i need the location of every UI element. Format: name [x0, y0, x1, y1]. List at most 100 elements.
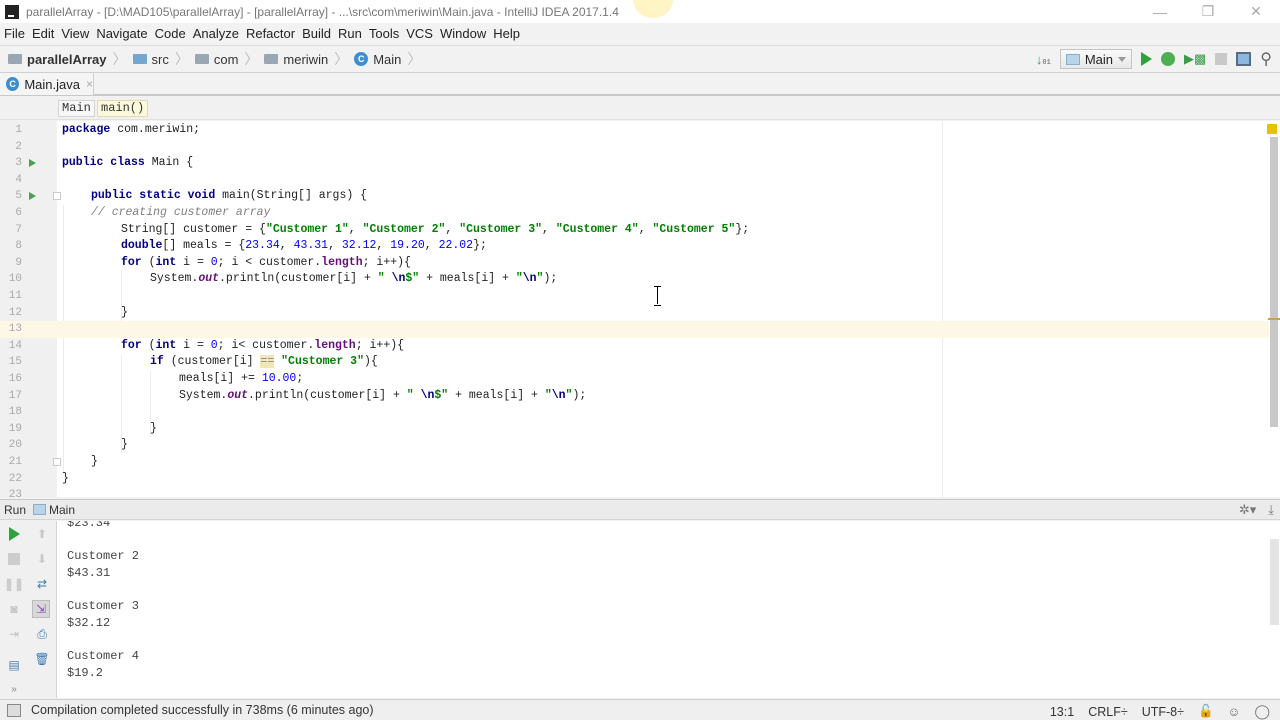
crumb-project[interactable]: parallelArray 〉	[8, 49, 133, 69]
chevron-right-icon: 〉	[334, 51, 349, 67]
console-line: $32.12	[67, 616, 111, 630]
code-line: 4	[15, 173, 22, 186]
rerun-icon[interactable]	[5, 525, 23, 543]
soft-wrap-icon[interactable]: ⇄	[33, 575, 51, 593]
debug-icon[interactable]	[1161, 52, 1175, 66]
run-toolbar-secondary: ⬆ ⬇ ⇄ ⇲ ⎙ 🗑	[28, 521, 57, 698]
analysis-status-icon[interactable]	[1267, 124, 1277, 134]
code-line: 16 meals[i] += 10.00;	[8, 372, 304, 385]
stop-icon[interactable]	[5, 550, 23, 568]
console-line: Customer 4	[67, 649, 140, 663]
code-line: 5 public static void main(String[] args) …	[15, 189, 368, 203]
restore-button[interactable]: ❐	[1184, 0, 1232, 23]
warning-stripe-marker[interactable]	[1268, 318, 1280, 320]
coverage-icon[interactable]: ▶▩	[1184, 51, 1206, 67]
breadcrumb-class[interactable]: Main	[58, 100, 95, 117]
editor-breadcrumb: Main main()	[0, 97, 1280, 120]
line-separator[interactable]: CRLF÷	[1088, 705, 1128, 719]
menu-build[interactable]: Build	[302, 26, 331, 41]
trash-icon[interactable]: 🗑	[33, 650, 51, 668]
code-line: 9 for (int i = 0; i < customer.length; i+…	[15, 255, 411, 269]
source-folder-icon	[132, 54, 147, 64]
hide-panel-icon[interactable]: ⤓	[1268, 502, 1274, 518]
arrow-down-icon[interactable]: ⬇	[33, 550, 51, 568]
mouse-ibeam-cursor	[654, 286, 661, 306]
gear-icon[interactable]: ✲▾	[1239, 502, 1256, 518]
menu-run[interactable]: Run	[338, 26, 362, 41]
run-icon[interactable]	[1141, 52, 1152, 66]
print-icon[interactable]: ⎙	[33, 625, 51, 643]
chevron-right-icon: 〉	[244, 51, 259, 67]
menu-tools[interactable]: Tools	[369, 26, 399, 41]
run-configuration-dropdown[interactable]: Main	[1059, 49, 1132, 69]
file-encoding[interactable]: UTF-8÷	[1142, 705, 1184, 719]
menu-code[interactable]: Code	[155, 26, 186, 41]
menu-refactor[interactable]: Refactor	[246, 26, 295, 41]
java-class-icon: C	[354, 52, 369, 66]
chevron-right-icon: 〉	[112, 51, 127, 67]
run-gutter-icon[interactable]	[29, 159, 36, 168]
menu-file[interactable]: File	[4, 26, 25, 41]
fold-icon[interactable]	[53, 458, 61, 466]
chevron-down-icon	[1118, 56, 1126, 62]
code-editor[interactable]: 1 package com.meriwin; 2 3 public class Ma…	[0, 121, 1280, 497]
editor-scrollbar-thumb[interactable]	[1270, 137, 1278, 427]
tool-windows-toggle-icon[interactable]	[7, 703, 21, 717]
code-line: 20}	[8, 438, 128, 452]
crumb-main[interactable]: C Main 〉	[354, 49, 427, 69]
minimize-button[interactable]: —	[1136, 0, 1184, 23]
inspector-icon[interactable]: ☺	[1228, 705, 1241, 719]
application-config-icon	[33, 504, 47, 515]
menu-analyze[interactable]: Analyze	[193, 26, 239, 41]
status-bar: Compilation completed successfully in 73…	[0, 699, 1280, 720]
caret-position[interactable]: 13:1	[1050, 705, 1074, 719]
search-icon[interactable]: ⚲	[1260, 49, 1272, 69]
menu-help[interactable]: Help	[493, 26, 520, 41]
code-line: 12}	[8, 305, 128, 319]
event-log-icon[interactable]: ◯	[1254, 703, 1270, 720]
run-gutter-icon[interactable]	[29, 192, 36, 201]
menu-window[interactable]: Window	[440, 26, 486, 41]
crumb-meriwin[interactable]: meriwin 〉	[264, 49, 354, 69]
code-line: 19}	[8, 421, 157, 435]
more-icon[interactable]: »	[5, 680, 23, 698]
crumb-src[interactable]: src 〉	[132, 49, 195, 69]
code-line: 1 package com.meriwin;	[15, 123, 201, 136]
menu-edit[interactable]: Edit	[32, 26, 54, 41]
editor-tabs: C Main.java ×	[0, 73, 1280, 96]
console-output[interactable]: $23.34 Customer 2 $43.31 Customer 3 $32.…	[57, 521, 1280, 698]
code-line: 11	[8, 290, 22, 302]
console-line: Customer 2	[67, 549, 140, 563]
menu-vcs[interactable]: VCS	[406, 26, 433, 41]
pause-icon[interactable]: ❚❚	[4, 575, 24, 593]
editor-scrollbar[interactable]	[1269, 121, 1280, 497]
run-config-tab[interactable]: Main	[49, 503, 75, 517]
tab-main-java[interactable]: C Main.java ×	[0, 73, 94, 95]
crumb-com[interactable]: com 〉	[194, 49, 265, 69]
code-line: 10 System.out.println(customer[i] + " \n$…	[8, 272, 558, 286]
chevron-right-icon: 〉	[407, 51, 422, 67]
cursor-highlight	[633, 0, 673, 18]
run-tool-window-header: Run Main ✲▾ ⤓	[0, 499, 1280, 520]
project-structure-icon[interactable]	[1236, 52, 1252, 66]
fold-icon[interactable]	[53, 192, 61, 201]
status-message: Compilation completed successfully in 73…	[31, 703, 374, 717]
run-toolbar-primary: ❚❚ ◙ ⇥ ▤ »	[0, 521, 28, 698]
run-panel-label: Run	[4, 502, 27, 517]
menu-view[interactable]: View	[61, 26, 89, 41]
breadcrumb-method[interactable]: main()	[97, 100, 149, 117]
close-tab-icon[interactable]: ×	[86, 77, 93, 91]
dump-threads-icon[interactable]: ◙	[5, 600, 23, 618]
sort-numbers-icon[interactable]: ↓01	[1036, 52, 1051, 67]
exit-icon[interactable]: ⇥	[5, 625, 23, 643]
lock-icon[interactable]: 🔓	[1198, 704, 1214, 719]
close-button[interactable]: ✕	[1232, 0, 1280, 23]
console-scrollbar[interactable]	[1270, 539, 1279, 625]
stop-icon[interactable]	[1215, 53, 1228, 65]
menu-navigate[interactable]: Navigate	[96, 26, 147, 41]
arrow-up-icon[interactable]: ⬆	[33, 525, 51, 543]
restore-layout-icon[interactable]: ▤	[5, 656, 23, 674]
console-line: $23.34	[67, 521, 111, 530]
code-line: 21}	[8, 455, 98, 468]
scroll-to-end-icon[interactable]: ⇲	[32, 600, 50, 618]
